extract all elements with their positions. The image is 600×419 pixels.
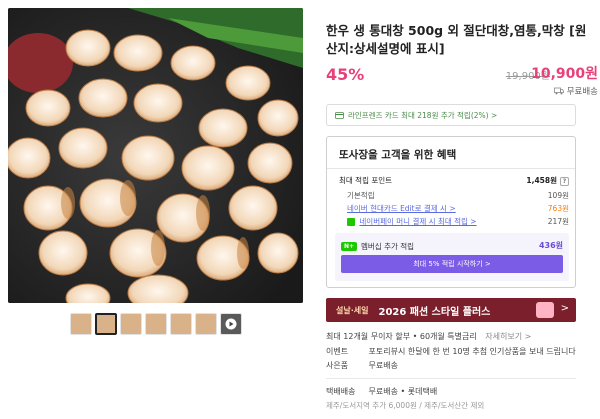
shipping-label: 무료배송 bbox=[566, 87, 598, 97]
hyundai-card-value: 763원 bbox=[547, 204, 569, 213]
gift-key: 사은품 bbox=[326, 361, 349, 370]
membership-value: 436원 bbox=[538, 241, 563, 250]
event-text: 포토리뷰시 한달에 한 번 10명 추첨 인기상품을 보내 드립니다 bbox=[368, 347, 576, 356]
naverpay-value: 217원 bbox=[547, 217, 569, 226]
naverpay-icon bbox=[347, 218, 355, 226]
chevron-right-icon: > bbox=[560, 303, 569, 314]
membership-cta-button[interactable]: 최대 5% 적립 시작하기 > bbox=[341, 255, 563, 273]
delivery-line: 택배배송 무료배송 • 롯데택배 bbox=[326, 386, 437, 397]
banner-small-text: 설날·세일 bbox=[336, 305, 369, 315]
thumbnail-3[interactable] bbox=[120, 313, 142, 335]
event-line: 이벤트 포토리뷰시 한달에 한 번 10명 추첨 인기상품을 보내 드립니다 bbox=[326, 346, 576, 357]
play-icon bbox=[225, 318, 237, 330]
delivery-key: 택배배송 bbox=[326, 387, 356, 396]
max-point-label: 최대 적립 포인트 bbox=[339, 176, 393, 185]
installment-text: 최대 12개월 무이자 할부 • 60개월 특별금리 bbox=[326, 332, 477, 341]
membership-label-wrap: N+ 멤버십 추가 적립 bbox=[341, 241, 414, 252]
thumbnail-2-selected[interactable] bbox=[95, 313, 117, 335]
card-benefit-text: 라인프렌즈 카드 최대 218원 추가 적립(2%) > bbox=[348, 110, 498, 120]
credit-card-icon bbox=[335, 111, 344, 119]
max-point-amount: 1,458원 bbox=[526, 176, 557, 185]
basic-point-row: 기본적립 109원 bbox=[339, 190, 569, 201]
naverpay-row[interactable]: 네이버페이 머니 결제 시 최대 적립 > 217원 bbox=[339, 216, 569, 227]
gift-icon bbox=[536, 302, 554, 318]
event-key: 이벤트 bbox=[326, 347, 349, 356]
benefit-box: 또사장을 고객을 위한 혜택 최대 적립 포인트 1,458원? 기본적립 10… bbox=[326, 136, 576, 288]
thumbnail-1[interactable] bbox=[70, 313, 92, 335]
discount-rate: 45% bbox=[326, 65, 365, 84]
basic-point-label: 기본적립 bbox=[347, 191, 375, 200]
truck-icon bbox=[553, 87, 564, 95]
benefit-title: 또사장을 고객을 위한 혜택 bbox=[339, 149, 457, 161]
banner-main-text: 2026 패션 스타일 플러스 bbox=[378, 306, 491, 318]
thumbnail-4[interactable] bbox=[145, 313, 167, 335]
gift-line: 사은품 무료배송 bbox=[326, 360, 398, 371]
promo-banner[interactable]: 설날·세일 2026 패션 스타일 플러스 > bbox=[326, 298, 576, 322]
grilled-intestine-illustration bbox=[8, 8, 303, 303]
gift-text: 무료배송 bbox=[368, 361, 398, 370]
product-main-image[interactable] bbox=[8, 8, 303, 303]
max-point-row: 최대 적립 포인트 1,458원? bbox=[339, 175, 569, 186]
thumbnail-5[interactable] bbox=[170, 313, 192, 335]
thumbnail-strip bbox=[70, 313, 242, 335]
help-icon[interactable]: ? bbox=[560, 177, 569, 186]
product-title: 한우 생 통대창 500g 외 절단대창,염통,막창 [원산지:상세설명에 표시… bbox=[326, 23, 587, 56]
card-benefit-link[interactable]: 라인프렌즈 카드 최대 218원 추가 적립(2%) > bbox=[326, 104, 576, 126]
video-thumbnail[interactable] bbox=[220, 313, 242, 335]
max-point-value: 1,458원? bbox=[526, 175, 569, 186]
hyundai-card-row[interactable]: 네이버 현대카드 Edit로 결제 시 > 763원 bbox=[339, 203, 569, 214]
delivery-sub-line: 제주/도서지역 추가 6,000원 / 제주/도서산간 제외 bbox=[326, 401, 485, 410]
basic-point-value: 109원 bbox=[547, 191, 569, 200]
membership-label: 멤버십 추가 적립 bbox=[361, 242, 415, 251]
divider bbox=[326, 378, 576, 379]
installment-more-link[interactable]: 자세히보기 > bbox=[485, 332, 531, 341]
sale-price: 10,900원 bbox=[531, 66, 598, 82]
naver-plus-badge: N+ bbox=[341, 242, 357, 251]
shipping-info: 무료배송 bbox=[553, 85, 598, 97]
membership-panel: N+ 멤버십 추가 적립 436원 최대 5% 적립 시작하기 > bbox=[335, 233, 569, 281]
naverpay-link[interactable]: 네이버페이 머니 결제 시 최대 적립 > bbox=[359, 217, 476, 226]
installment-line: 최대 12개월 무이자 할부 • 60개월 특별금리 자세히보기 > bbox=[326, 331, 531, 342]
divider bbox=[327, 168, 575, 169]
product-info-panel: 한우 생 통대창 500g 외 절단대창,염통,막창 [원산지:상세설명에 표시… bbox=[326, 0, 600, 419]
delivery-text: 무료배송 • 롯데택배 bbox=[368, 387, 438, 396]
hyundai-card-link[interactable]: 네이버 현대카드 Edit로 결제 시 > bbox=[347, 204, 456, 213]
thumbnail-6[interactable] bbox=[195, 313, 217, 335]
